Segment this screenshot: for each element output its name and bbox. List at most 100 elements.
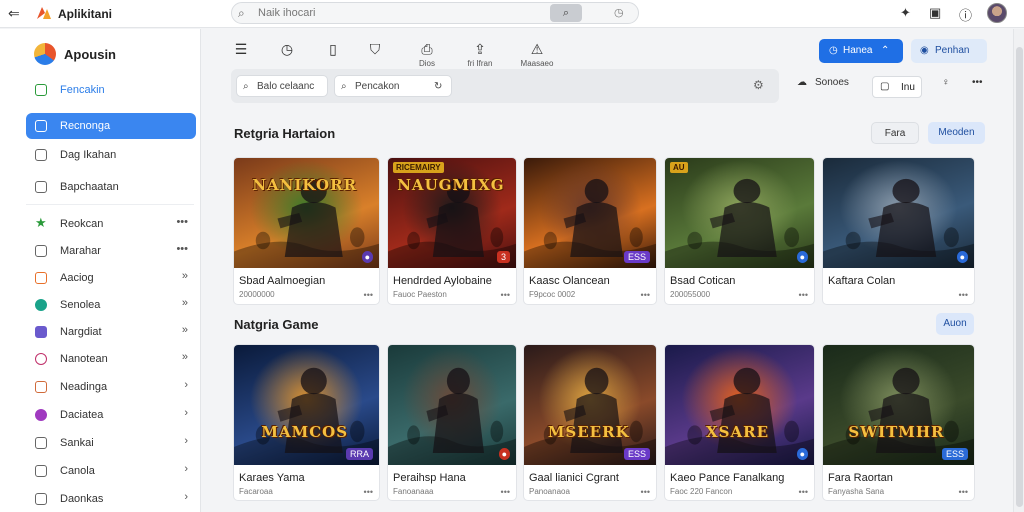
sidebar-item-action[interactable]: › <box>184 407 188 419</box>
game-title[interactable]: Fara Raortan <box>828 472 893 484</box>
more-options-icon[interactable]: ••• <box>799 290 808 300</box>
game-title[interactable]: Kaasc Olancean <box>529 275 610 287</box>
game-title[interactable]: Kaftara Colan <box>828 275 895 287</box>
sidebar-item[interactable]: ★ Reokcan ••• <box>26 211 196 237</box>
filter-input-1[interactable]: ⌕ Balo celaanc <box>236 75 328 97</box>
game-card[interactable]: ● Kaftara Colan ••• <box>823 158 974 304</box>
sidebar-item[interactable]: Daonkas › <box>26 486 196 512</box>
game-card[interactable]: MSEERK ESS Gaal lianici Cgrant Panoanaoa ••• <box>524 345 656 500</box>
info-icon[interactable]: ⓘ <box>959 5 972 24</box>
more-options-icon[interactable]: ••• <box>641 487 650 497</box>
toolbar-clock-button[interactable]: ◷ <box>267 41 307 67</box>
more-options-icon[interactable]: ••• <box>959 290 968 300</box>
toolbar-alert-button[interactable]: ⚠ Maasaeo <box>517 41 557 68</box>
search-input[interactable]: Naik ihocari <box>258 7 315 19</box>
sidebar-item[interactable]: Senolea » <box>26 292 196 318</box>
section-action-button[interactable]: Meoden <box>928 122 985 144</box>
game-card[interactable]: MAMCOS RRA Karaes Yama Facaroaa ••• <box>234 345 379 500</box>
sidebar-item-action[interactable]: › <box>184 435 188 447</box>
toolbar-share-button[interactable]: ⇪ fri Ifran <box>460 41 500 68</box>
game-cover-image[interactable]: XSARE ● <box>665 345 814 465</box>
user-icon[interactable]: ♀ <box>942 77 950 88</box>
game-cover-image[interactable]: MSEERK ESS <box>524 345 656 465</box>
sidebar-item[interactable]: Dag Ikahan <box>26 142 196 168</box>
history-icon[interactable]: ◷ <box>614 6 624 19</box>
filter-input-2[interactable]: ⌕ Pencakon ↻ <box>334 75 452 97</box>
refresh-icon[interactable]: ↻ <box>434 81 442 92</box>
pin-icon[interactable]: ✦ <box>900 5 911 21</box>
sort-icon[interactable]: ☁ <box>797 77 807 88</box>
search-bar[interactable]: ⌕ Naik ihocari ⌕ ◷ <box>231 2 639 24</box>
game-card[interactable]: NANIKORR ● Sbad Aalmoegian 20000000 ••• <box>234 158 379 304</box>
more-options-icon[interactable]: ••• <box>501 290 510 300</box>
game-title[interactable]: Kaeo Pance Fanalkang <box>670 472 784 484</box>
game-card[interactable]: ESS Kaasc Olancean F9pcoc 0002 ••• <box>524 158 656 304</box>
sidebar-item[interactable]: Nanotean » <box>26 346 196 372</box>
game-cover-image[interactable]: MAMCOS RRA <box>234 345 379 465</box>
game-title[interactable]: Sbad Aalmoegian <box>239 275 325 287</box>
search-button[interactable]: ⌕ <box>550 4 582 22</box>
game-card[interactable]: ● Peraihsp Hana Fanoanaaa ••• <box>388 345 516 500</box>
game-title[interactable]: Peraihsp Hana <box>393 472 466 484</box>
game-subtitle: 200055000 <box>670 290 711 299</box>
game-cover-image[interactable]: ● <box>823 158 974 268</box>
toolbar-printer-button[interactable]: ⎙ Dios <box>407 41 447 68</box>
game-card[interactable]: XSARE ● Kaeo Pance Fanalkang Faoc 220 Fanco… <box>665 345 814 500</box>
sidebar-item-action[interactable]: » <box>182 270 188 282</box>
game-cover-image[interactable]: NANIKORR ● <box>234 158 379 268</box>
sidebar-item-action[interactable]: ••• <box>176 243 188 255</box>
sidebar-item[interactable]: Marahar ••• <box>26 238 196 264</box>
sidebar-item[interactable]: Sankai › <box>26 430 196 456</box>
sidebar-item-action[interactable]: » <box>182 324 188 336</box>
game-cover-image[interactable]: ESS <box>524 158 656 268</box>
more-options-icon[interactable]: ••• <box>641 290 650 300</box>
game-card[interactable]: SWITMHR ESS Fara Raortan Fanyasha Sana ••• <box>823 345 974 500</box>
more-options-icon[interactable]: ••• <box>959 487 968 497</box>
more-options-icon[interactable]: ••• <box>501 487 510 497</box>
sidebar-item[interactable]: Neadinga › <box>26 374 196 400</box>
sidebar-item-action[interactable]: » <box>182 351 188 363</box>
settings-icon[interactable]: ⚙ <box>753 78 764 92</box>
sidebar-item[interactable]: Fencakin <box>26 77 196 103</box>
game-card[interactable]: AU ● Bsad Cotican 200055000 ••• <box>665 158 814 304</box>
game-cover-image[interactable]: AU ● <box>665 158 814 268</box>
game-cover-image[interactable]: NAUGMIXG RICEMAIRY 3 <box>388 158 516 268</box>
more-options-icon[interactable]: ••• <box>799 487 808 497</box>
sidebar-item[interactable]: Daciatea › <box>26 402 196 428</box>
platform-badge: ESS <box>623 448 650 460</box>
game-title[interactable]: Hendrded Aylobaine <box>393 275 492 287</box>
window-icon[interactable]: ▣ <box>929 5 941 21</box>
game-cover-image[interactable]: SWITMHR ESS <box>823 345 974 465</box>
sidebar-item[interactable]: Nargdiat » <box>26 319 196 345</box>
sidebar-item[interactable]: Bapchaatan <box>26 174 196 200</box>
section-action-button[interactable]: Fara <box>871 122 919 144</box>
section-action-button[interactable]: Auon <box>936 313 974 335</box>
sidebar-item-action[interactable]: › <box>184 379 188 391</box>
scrollbar[interactable] <box>1013 29 1024 512</box>
scrollbar-thumb[interactable] <box>1016 47 1023 507</box>
toolbar-shield-button[interactable]: ⛉ <box>355 41 395 67</box>
sidebar-item-action[interactable]: › <box>184 463 188 475</box>
toolbar-file-button[interactable]: ▯ <box>313 41 353 67</box>
secondary-button[interactable]: ◉ Penhan <box>911 39 987 63</box>
game-title[interactable]: Gaal lianici Cgrant <box>529 472 619 484</box>
sidebar-item[interactable]: Canola › <box>26 458 196 484</box>
more-options-icon[interactable]: ••• <box>364 290 373 300</box>
game-card[interactable]: NAUGMIXG RICEMAIRY 3 Hendrded Aylobaine Fauo… <box>388 158 516 304</box>
view-toggle[interactable]: ▢ Inu <box>872 76 922 98</box>
sidebar-item[interactable]: Aaciog » <box>26 265 196 291</box>
back-arrow-icon[interactable]: ⇐ <box>8 5 20 22</box>
avatar[interactable] <box>987 3 1007 23</box>
sidebar-item-action[interactable]: ••• <box>176 216 188 228</box>
sidebar-item-action[interactable]: › <box>184 491 188 503</box>
more-icon[interactable]: ••• <box>972 77 983 88</box>
primary-button[interactable]: ◷ Hanea ⌃ <box>819 39 903 63</box>
sidebar-item[interactable]: Recnonga <box>26 113 196 139</box>
toolbar-list-button[interactable]: ☰ <box>221 41 261 67</box>
game-cover-image[interactable]: ● <box>388 345 516 465</box>
game-title[interactable]: Bsad Cotican <box>670 275 735 287</box>
sidebar-item-action[interactable]: » <box>182 297 188 309</box>
sort-label[interactable]: Sonoes <box>815 77 849 88</box>
more-options-icon[interactable]: ••• <box>364 487 373 497</box>
game-title[interactable]: Karaes Yama <box>239 472 305 484</box>
